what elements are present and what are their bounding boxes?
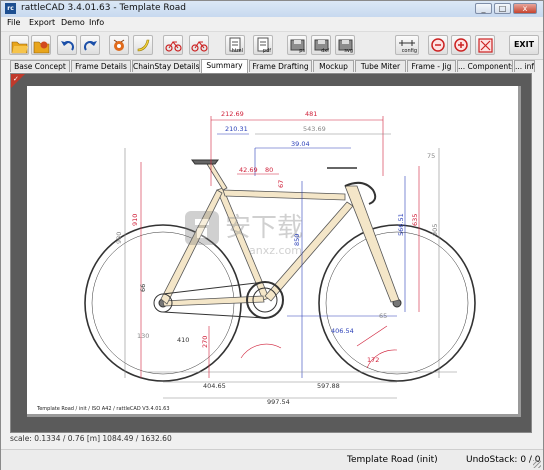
export-dxf-button[interactable]: dxf — [311, 35, 331, 55]
tab-mockup[interactable]: Mockup — [313, 60, 354, 72]
dim-label: 80 — [265, 166, 273, 174]
maximize-button[interactable]: □ — [494, 3, 511, 14]
menu-info[interactable]: Info — [89, 18, 104, 27]
watermark-text: 安下载 — [225, 213, 303, 243]
tab-components[interactable]: ... Components — [457, 60, 513, 72]
bike-view-alt-button[interactable] — [189, 35, 209, 55]
tab-info[interactable]: ... info — [514, 60, 535, 72]
menu-file[interactable]: File — [7, 18, 20, 27]
toolbar: html pdf ps dxf svg config EXIT — [1, 31, 543, 60]
dim-label: 65 — [379, 312, 387, 320]
save-button[interactable] — [31, 35, 51, 55]
zoom-in-icon — [454, 38, 468, 52]
dim-label: 66 — [139, 284, 147, 292]
dim-label: 406.54 — [331, 327, 354, 335]
redo-icon — [84, 41, 97, 51]
check-icon: ✓ — [13, 75, 19, 83]
undo-button[interactable] — [57, 35, 77, 55]
export-dxf-label: dxf — [321, 48, 329, 54]
tab-chainstay-details[interactable]: ChainStay Details — [132, 60, 200, 72]
dimension-lines — [124, 116, 457, 399]
components-button[interactable] — [133, 35, 153, 55]
export-ps-label: ps — [299, 48, 305, 54]
export-pdf-label: pdf — [262, 48, 271, 54]
export-html-button[interactable]: html — [225, 35, 245, 55]
zoom-out-icon — [431, 38, 445, 52]
close-button[interactable]: x — [513, 3, 537, 14]
tab-frame-drafting[interactable]: Frame Drafting — [249, 60, 312, 72]
export-html-label: html — [231, 48, 243, 54]
dim-label: 566.51 — [397, 213, 405, 236]
dim-label: 410 — [177, 336, 189, 344]
zoom-fit-button[interactable] — [475, 35, 495, 55]
drawing-sheet: 安下载 anxz.com 212.69 481 210.31 543.69 39… — [27, 86, 521, 417]
app-icon: rc — [5, 3, 16, 14]
tab-bar: Base Concept Frame Details ChainStay Det… — [1, 59, 543, 73]
menu-export[interactable]: Export — [29, 18, 55, 27]
dim-label: 543.69 — [303, 125, 326, 133]
dim-label: 404.65 — [203, 382, 226, 390]
tab-frame-jig[interactable]: Frame - Jig — [407, 60, 456, 72]
dim-label: 980 — [115, 232, 123, 244]
dim-label: 597.88 — [317, 382, 340, 390]
bike-drawing: 安下载 anxz.com 212.69 481 210.31 543.69 39… — [84, 110, 476, 406]
export-svg-label: svg — [344, 48, 353, 54]
bicycle-icon — [165, 41, 182, 52]
title-bar: rc rattleCAD 3.4.01.63 - Template Road _… — [1, 1, 543, 17]
redo-button[interactable] — [80, 35, 100, 55]
dim-label: 130 — [137, 332, 149, 340]
folder-open-icon — [11, 41, 28, 54]
watermark — [185, 211, 219, 245]
status-undo-stack: UndoStack: 0 / 0 — [466, 455, 541, 465]
dim-label: 910 — [131, 214, 139, 226]
menu-demo[interactable]: Demo — [61, 18, 85, 27]
undo-icon — [61, 41, 74, 51]
exit-button[interactable]: EXIT — [509, 35, 539, 55]
zoom-in-button[interactable] — [451, 35, 471, 55]
dim-label: 850 — [293, 234, 301, 246]
config-label: config — [401, 48, 417, 54]
dim-label: 905 — [431, 224, 439, 236]
tab-frame-details[interactable]: Frame Details — [71, 60, 131, 72]
bicycle-icon — [191, 41, 208, 52]
dim-label: 270 — [201, 336, 209, 348]
status-bar: Template Road (init) UndoStack: 0 / 0 — [1, 449, 543, 470]
config-button[interactable]: config — [395, 35, 419, 55]
app-window: rc rattleCAD 3.4.01.63 - Template Road _… — [0, 0, 544, 470]
open-button[interactable] — [9, 35, 29, 55]
drawing-canvas[interactable]: ✓ 安下载 anxz.com 212.69 481 210.31 543.69 … — [10, 73, 532, 433]
front-wheel — [318, 224, 476, 382]
scale-info: scale: 0.1334 / 0.76 [m] 1084.49 / 1632.… — [10, 434, 172, 443]
window-title: rattleCAD 3.4.01.63 - Template Road — [21, 3, 186, 13]
zoom-out-button[interactable] — [428, 35, 448, 55]
dim-label: 42.69 — [239, 166, 258, 174]
banana-icon — [137, 39, 150, 52]
dim-label: 212.69 — [221, 110, 244, 118]
export-ps-button[interactable]: ps — [287, 35, 307, 55]
dim-label: 997.54 — [267, 398, 290, 406]
export-pdf-button[interactable]: pdf — [253, 35, 273, 55]
dim-label: 172 — [367, 356, 379, 364]
resize-grip[interactable] — [533, 460, 541, 468]
bike-view-button[interactable] — [163, 35, 183, 55]
dim-label: 210.31 — [225, 125, 248, 133]
tab-tube-miter[interactable]: Tube Miter — [355, 60, 406, 72]
folder-save-icon — [33, 41, 50, 54]
dim-label: 481 — [305, 110, 317, 118]
tab-summary[interactable]: Summary — [201, 59, 248, 73]
minimize-button[interactable]: _ — [475, 3, 492, 14]
dim-label: 75 — [427, 152, 435, 160]
parts-button[interactable] — [109, 35, 129, 55]
dim-label: 67 — [277, 180, 285, 188]
zoom-fit-icon — [478, 38, 493, 53]
status-template: Template Road (init) — [347, 455, 438, 465]
tab-base-concept[interactable]: Base Concept — [10, 60, 70, 72]
menu-bar: File Export Demo Info — [1, 17, 543, 30]
gear-parts-icon — [113, 39, 125, 51]
dim-label: 635 — [411, 214, 419, 226]
drawing-footer: Template Road / init / ISO A42 / rattleC… — [37, 406, 170, 412]
dim-label: 39.04 — [291, 140, 310, 148]
export-svg-button[interactable]: svg — [335, 35, 355, 55]
